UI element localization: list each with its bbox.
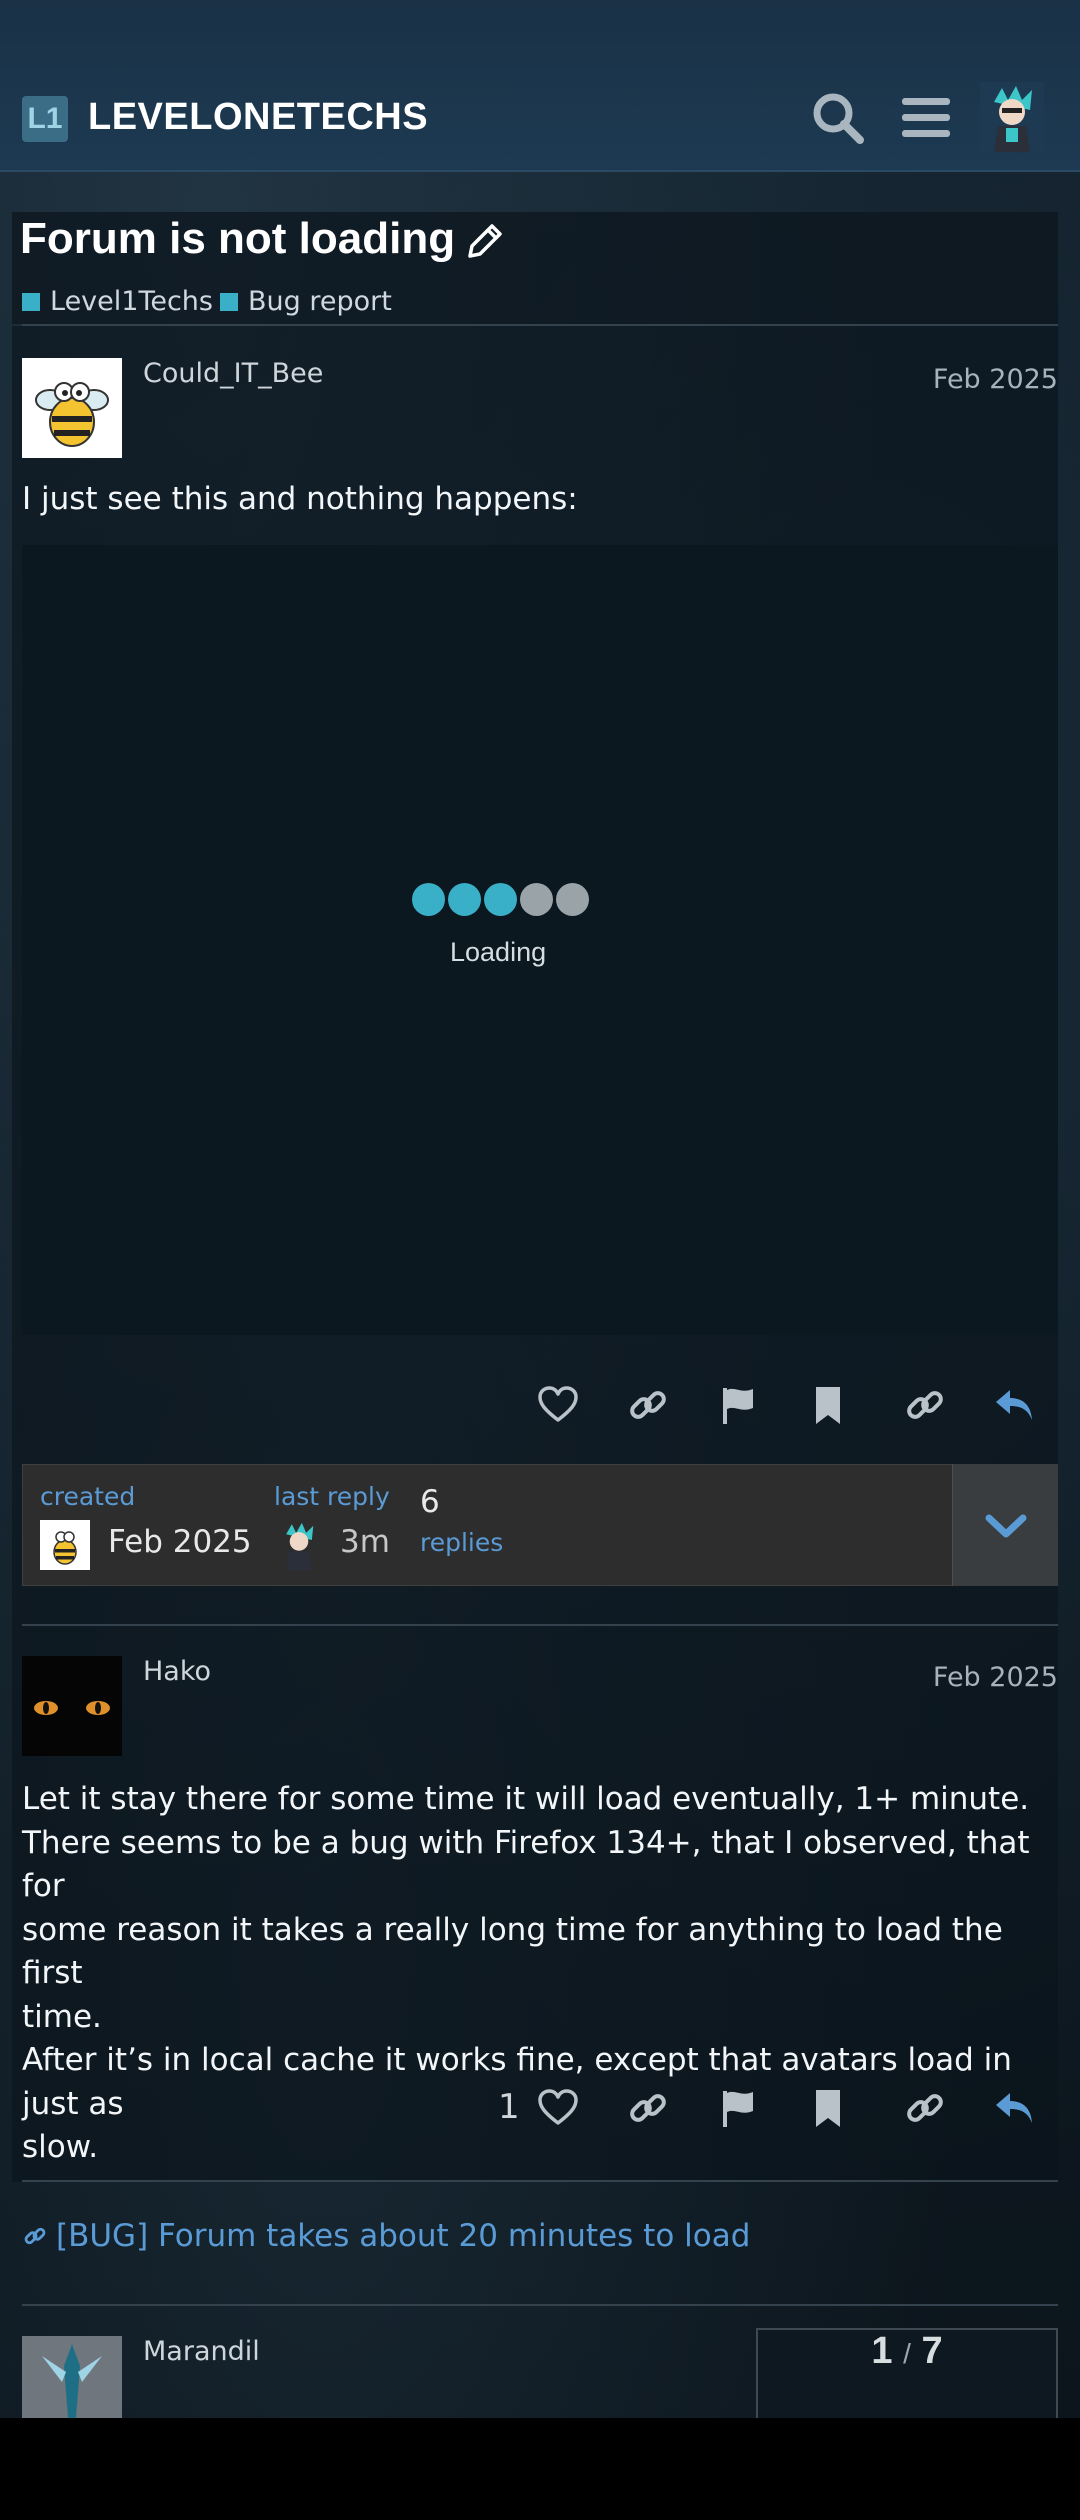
site-logo-icon[interactable]: L1 — [22, 96, 68, 142]
post-date[interactable]: Feb 2025 — [933, 364, 1058, 395]
post-avatar[interactable] — [22, 358, 122, 458]
category-label: Level1Techs — [50, 286, 213, 317]
hamburger-menu-icon[interactable] — [896, 88, 956, 148]
user-avatar[interactable] — [980, 82, 1044, 152]
linked-topic-link[interactable]: [BUG] Forum takes about 20 minutes to lo… — [22, 2218, 750, 2254]
category-color-square — [22, 293, 40, 311]
copy-link-icon[interactable] — [625, 2085, 671, 2131]
post-body: Let it stay there for some time it will … — [22, 1778, 1042, 2170]
replies-count: 6 — [420, 1484, 440, 1520]
replies-label: replies — [420, 1528, 504, 1557]
linked-topic-title: [BUG] Forum takes about 20 minutes to lo… — [56, 2218, 751, 2254]
edit-pencil-icon[interactable] — [464, 222, 504, 262]
loading-dot — [520, 883, 553, 916]
eyes-avatar-icon — [34, 1701, 110, 1715]
post-username[interactable]: Hako — [143, 1656, 211, 1687]
bookmark-icon[interactable] — [805, 2085, 851, 2131]
site-name[interactable]: LEVELONETECHS — [88, 96, 428, 142]
reply-icon[interactable] — [992, 2085, 1038, 2131]
category-badge-bug-report[interactable]: Bug report — [220, 286, 392, 318]
post-username[interactable]: Could_IT_Bee — [143, 358, 323, 389]
system-nav-area — [0, 2418, 1080, 2520]
reply-icon[interactable] — [992, 1382, 1038, 1428]
loading-label: Loading — [450, 937, 547, 967]
post-line: Let it stay there for some time it will … — [22, 1781, 1030, 1817]
chevron-down-icon — [985, 1514, 1027, 1538]
created-label: created — [40, 1482, 136, 1511]
loading-dot — [448, 883, 481, 916]
like-count[interactable]: 1 — [498, 2087, 520, 2127]
copy-link-icon[interactable] — [625, 1382, 671, 1428]
like-heart-icon[interactable] — [535, 1382, 581, 1428]
last-reply-time: 3m — [340, 1524, 390, 1560]
post-line: time. — [22, 1998, 102, 2035]
created-avatar[interactable] — [40, 1520, 90, 1570]
category-badge-level1techs[interactable]: Level1Techs — [22, 286, 213, 318]
post-avatar[interactable] — [22, 1656, 122, 1756]
post-line: some reason it takes a really long time … — [22, 1911, 1003, 1992]
post-date[interactable]: Feb 2025 — [933, 1662, 1058, 1693]
loading-dot — [484, 883, 517, 916]
loading-dot — [556, 883, 589, 916]
progress-total: 7 — [921, 2330, 943, 2372]
share-link-icon[interactable] — [902, 1382, 948, 1428]
expand-topic-map-button[interactable] — [952, 1464, 1058, 1586]
progress-current: 1 — [871, 2330, 893, 2372]
character-avatar-icon — [22, 2336, 122, 2418]
progress-separator: / — [903, 2338, 911, 2369]
share-link-icon[interactable] — [902, 2085, 948, 2131]
post-line: There seems to be a bug with Firefox 134… — [22, 1824, 1030, 1905]
search-icon[interactable] — [808, 88, 868, 148]
topic-title: Forum is not loading — [20, 214, 456, 263]
post-line: After it’s in local cache it works fine,… — [22, 2042, 1012, 2122]
loading-indicator — [412, 883, 589, 916]
divider — [22, 2304, 1058, 2306]
category-label: Bug report — [248, 286, 392, 317]
site-header: L1 LEVELONETECHS — [0, 0, 1080, 172]
link-icon — [24, 2227, 46, 2245]
flag-icon[interactable] — [715, 2085, 761, 2131]
bee-avatar-icon — [35, 382, 109, 447]
post-body: I just see this and nothing happens: — [22, 481, 578, 517]
like-heart-icon[interactable] — [535, 2085, 581, 2131]
bee-avatar-icon — [53, 1531, 77, 1565]
post-username[interactable]: Marandil — [143, 2336, 260, 2367]
user-avatar-icon — [286, 1522, 314, 1570]
post-avatar[interactable] — [22, 2336, 122, 2418]
created-date: Feb 2025 — [108, 1524, 252, 1560]
last-reply-label: last reply — [274, 1482, 390, 1511]
category-color-square — [220, 293, 238, 311]
topic-progress-indicator[interactable]: 1 / 7 — [756, 2328, 1058, 2418]
post-line: slow. — [22, 2129, 99, 2165]
bookmark-icon[interactable] — [805, 1382, 851, 1428]
last-reply-avatar[interactable] — [274, 1520, 324, 1570]
loading-dot — [412, 883, 445, 916]
divider — [22, 2180, 1058, 2182]
flag-icon[interactable] — [715, 1382, 761, 1428]
